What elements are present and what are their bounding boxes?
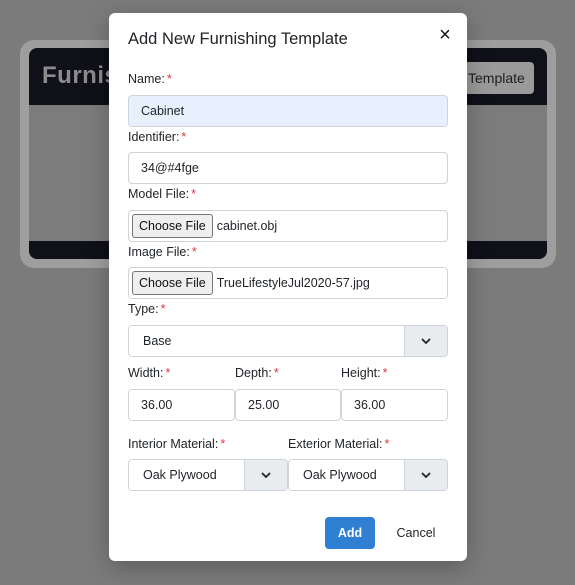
add-furnishing-template-modal: Add New Furnishing Template × Name: * Cab…: [109, 13, 467, 561]
type-select[interactable]: Base: [128, 325, 448, 357]
type-label: Type: *: [128, 302, 166, 316]
cancel-button[interactable]: Cancel: [389, 517, 443, 549]
required-marker: *: [166, 72, 172, 86]
chevron-down-icon[interactable]: [404, 460, 447, 490]
modal-title: Add New Furnishing Template: [128, 30, 348, 48]
exterior-material-value: Oak Plywood: [303, 468, 377, 482]
required-marker: *: [273, 366, 279, 380]
exterior-material-label: Exterior Material: *: [288, 437, 390, 451]
name-input[interactable]: Cabinet: [128, 95, 448, 127]
identifier-input[interactable]: 34@#4fge: [128, 152, 448, 184]
required-marker: *: [382, 366, 388, 380]
required-marker: *: [191, 245, 197, 259]
image-file-input: Choose File TrueLifestyleJul2020-57.jpg: [128, 267, 448, 299]
height-input[interactable]: 36.00: [341, 389, 448, 421]
depth-input[interactable]: 25.00: [235, 389, 341, 421]
required-marker: *: [181, 130, 187, 144]
interior-material-value: Oak Plywood: [143, 468, 217, 482]
chevron-down-icon[interactable]: [404, 326, 447, 356]
width-label: Width: *: [128, 366, 171, 380]
image-file-name: TrueLifestyleJul2020-57.jpg: [216, 276, 370, 290]
image-file-label: Image File: *: [128, 245, 197, 259]
required-marker: *: [191, 187, 197, 201]
type-select-value: Base: [143, 334, 172, 348]
interior-material-label: Interior Material: *: [128, 437, 226, 451]
required-marker: *: [220, 437, 226, 451]
model-choose-file-button[interactable]: Choose File: [132, 214, 213, 238]
depth-label: Depth: *: [235, 366, 279, 380]
background-page-title: Furnis: [42, 62, 119, 89]
interior-material-select[interactable]: Oak Plywood: [128, 459, 288, 491]
close-icon[interactable]: ×: [435, 25, 455, 45]
add-button[interactable]: Add: [325, 517, 375, 549]
name-label: Name: *: [128, 72, 172, 86]
width-input[interactable]: 36.00: [128, 389, 235, 421]
height-label: Height: *: [341, 366, 388, 380]
model-file-input: Choose File cabinet.obj: [128, 210, 448, 242]
identifier-label: Identifier: *: [128, 130, 187, 144]
required-marker: *: [160, 302, 166, 316]
model-file-label: Model File: *: [128, 187, 197, 201]
required-marker: *: [384, 437, 390, 451]
chevron-down-icon[interactable]: [244, 460, 287, 490]
background-add-template-button: Template: [457, 62, 534, 94]
image-choose-file-button[interactable]: Choose File: [132, 271, 213, 295]
model-file-name: cabinet.obj: [216, 219, 278, 233]
required-marker: *: [165, 366, 171, 380]
exterior-material-select[interactable]: Oak Plywood: [288, 459, 448, 491]
